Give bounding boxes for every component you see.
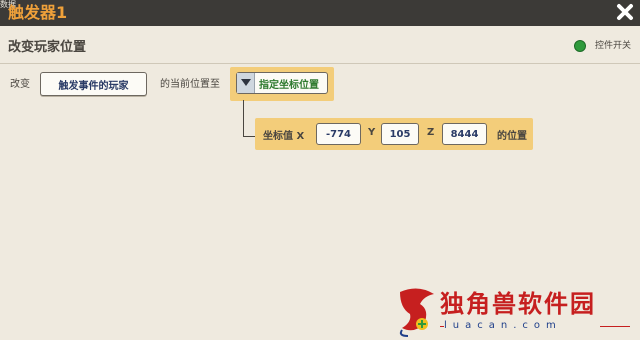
coordinate-block: 坐标值 X -774 Y 105 Z 8444 的位置 — [255, 118, 533, 150]
suffix-label: 的位置 — [497, 131, 527, 142]
coord-label: 坐标值 X — [263, 131, 305, 142]
dropdown-label: 指定坐标位置 — [259, 80, 319, 91]
close-x-icon — [617, 4, 633, 20]
y-input[interactable]: 105 — [381, 123, 419, 145]
watermark: 独角兽软件园 luacan.com — [392, 282, 640, 340]
control-toggle[interactable] — [574, 40, 586, 52]
connector-line — [243, 100, 244, 136]
position-dropdown[interactable]: 指定坐标位置 — [236, 72, 328, 94]
section-title: 改变玩家位置 — [8, 40, 87, 55]
connector-line — [243, 136, 255, 137]
target-player-button[interactable]: 触发事件的玩家 — [40, 72, 147, 96]
watermark-divider — [600, 326, 630, 327]
z-input[interactable]: 8444 — [442, 123, 487, 145]
dropdown-arrow[interactable] — [237, 73, 255, 93]
section-header: 改变玩家位置 控件开关 — [0, 26, 640, 64]
z-label: Z — [427, 127, 435, 138]
watermark-text: 独角兽软件园 — [440, 289, 596, 318]
x-input[interactable]: -774 — [316, 123, 361, 145]
dropdown-highlight: 指定坐标位置 — [230, 67, 334, 101]
toggle-label: 控件开关 — [595, 41, 632, 51]
window-title: 触发器1 — [8, 3, 68, 22]
y-label: Y — [368, 127, 376, 138]
triangle-down-icon — [240, 79, 251, 86]
unicorn-logo-icon — [399, 288, 434, 337]
prefix-label: 改变 — [10, 79, 30, 90]
middle-label: 的当前位置至 — [160, 79, 220, 90]
close-button[interactable] — [614, 1, 636, 23]
watermark-url: luacan.com — [444, 320, 562, 331]
title-bar: 数据 触发器1 — [0, 0, 640, 26]
